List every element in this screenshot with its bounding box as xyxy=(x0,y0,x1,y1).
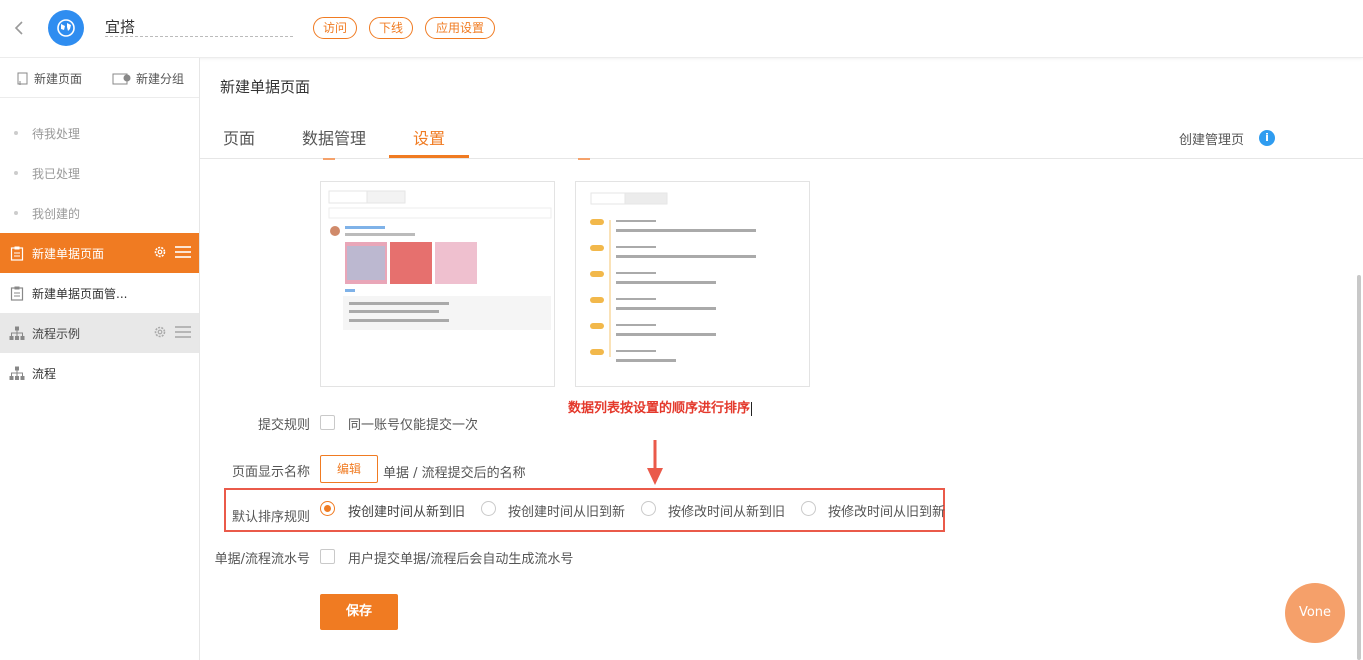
visit-button[interactable]: 访问 xyxy=(313,17,357,39)
bullet-icon xyxy=(14,131,18,135)
create-manage-page-link[interactable]: 创建管理页 xyxy=(1179,129,1244,148)
menu-icon[interactable] xyxy=(175,326,191,338)
sidebar-item-pending[interactable]: 待我处理 xyxy=(0,113,199,153)
sort-option-label: 按创建时间从新到旧 xyxy=(348,505,466,520)
serial-number-checkbox[interactable] xyxy=(320,549,335,564)
form-page-icon xyxy=(9,285,25,301)
new-group-button[interactable]: 新建分组 xyxy=(112,70,184,87)
top-bar: 宜搭 访问 下线 应用设置 xyxy=(0,0,1363,58)
new-group-icon xyxy=(112,73,131,84)
new-page-icon xyxy=(17,72,28,85)
sort-modified-desc-radio[interactable] xyxy=(641,501,656,516)
sidebar-item-label: 我已处理 xyxy=(32,166,81,181)
sidebar-item-label: 流程示例 xyxy=(32,326,81,341)
sort-caption: 数据列表按设置的顺序进行排序 xyxy=(568,397,753,416)
offline-button[interactable]: 下线 xyxy=(369,17,413,39)
comment-preview-image xyxy=(320,181,555,387)
sort-caption-text: 数据列表按设置的顺序进行排序 xyxy=(568,401,751,416)
sidebar-item-form-manage[interactable]: 新建单据页面管... xyxy=(0,273,199,313)
menu-icon[interactable] xyxy=(175,246,191,258)
sidebar-item-processed[interactable]: 我已处理 xyxy=(0,153,199,193)
sidebar-item-flow-example[interactable]: 流程示例 xyxy=(0,313,199,353)
info-icon[interactable]: i xyxy=(1259,130,1275,146)
vone-floating-button[interactable]: Vone xyxy=(1285,583,1345,643)
sidebar-item-label: 流程 xyxy=(32,366,57,381)
activity-log-preview-image xyxy=(575,181,810,387)
sidebar-item-flow[interactable]: 流程 xyxy=(0,353,199,393)
back-arrow-icon[interactable] xyxy=(13,18,29,38)
sort-modified-asc-radio[interactable] xyxy=(801,501,816,516)
tab-page[interactable]: 页面 xyxy=(223,125,255,149)
gear-icon[interactable] xyxy=(153,325,167,339)
sidebar-item-created[interactable]: 我创建的 xyxy=(0,193,199,233)
app-settings-button[interactable]: 应用设置 xyxy=(425,17,495,39)
bullet-icon xyxy=(14,211,18,215)
item-actions xyxy=(153,245,191,259)
tab-settings[interactable]: 设置 xyxy=(413,125,445,149)
submit-once-checkbox[interactable] xyxy=(320,415,335,430)
display-name-hint: 单据 / 流程提交后的名称 xyxy=(383,466,526,481)
gear-icon[interactable] xyxy=(153,245,167,259)
submit-once-label: 同一账号仅能提交一次 xyxy=(348,418,479,433)
item-actions xyxy=(153,325,191,339)
sidebar: 新建页面 新建分组 待我处理 我已处理 我创建的 新建单据页面 新建单据页面管.… xyxy=(0,58,200,660)
flow-icon xyxy=(9,365,25,381)
serial-number-label: 单据/流程流水号 xyxy=(214,552,310,567)
form-page-icon xyxy=(9,245,25,261)
page-title: 新建单据页面 xyxy=(220,78,311,96)
new-page-label: 新建页面 xyxy=(34,72,83,86)
sort-rule-label: 默认排序规则 xyxy=(231,510,310,525)
app-name-field[interactable]: 宜搭 xyxy=(105,17,293,37)
new-page-button[interactable]: 新建页面 xyxy=(16,70,82,87)
sidebar-item-label: 我创建的 xyxy=(32,206,81,221)
sort-created-desc-radio[interactable] xyxy=(320,501,335,516)
active-tab-indicator xyxy=(389,155,469,158)
sort-option-label: 按创建时间从旧到新 xyxy=(508,505,626,520)
preview-marker xyxy=(578,158,590,160)
edit-display-name-button[interactable]: 编辑 xyxy=(320,455,378,483)
bullet-icon xyxy=(14,171,18,175)
new-group-label: 新建分组 xyxy=(136,72,185,86)
sort-option-label: 按修改时间从旧到新 xyxy=(828,505,946,520)
sort-created-asc-radio[interactable] xyxy=(481,501,496,516)
serial-number-option: 用户提交单据/流程后会自动生成流水号 xyxy=(348,552,574,567)
submit-rule-label: 提交规则 xyxy=(257,418,310,433)
text-caret xyxy=(751,401,753,416)
sidebar-item-label: 新建单据页面 xyxy=(32,246,105,261)
tab-data-management[interactable]: 数据管理 xyxy=(302,125,366,149)
save-button[interactable]: 保存 xyxy=(320,594,398,630)
sidebar-item-label: 新建单据页面管... xyxy=(32,286,128,301)
scrollbar[interactable] xyxy=(1357,275,1361,660)
preview-marker xyxy=(323,158,335,160)
arrow-down-icon xyxy=(647,440,663,485)
sort-option-label: 按修改时间从新到旧 xyxy=(668,505,786,520)
sidebar-actions: 新建页面 新建分组 xyxy=(0,58,199,98)
sidebar-item-new-form-page[interactable]: 新建单据页面 xyxy=(0,233,199,273)
flow-icon xyxy=(9,325,25,341)
sidebar-item-label: 待我处理 xyxy=(32,126,81,141)
display-name-label: 页面显示名称 xyxy=(231,465,310,480)
app-logo-icon[interactable] xyxy=(48,10,84,46)
